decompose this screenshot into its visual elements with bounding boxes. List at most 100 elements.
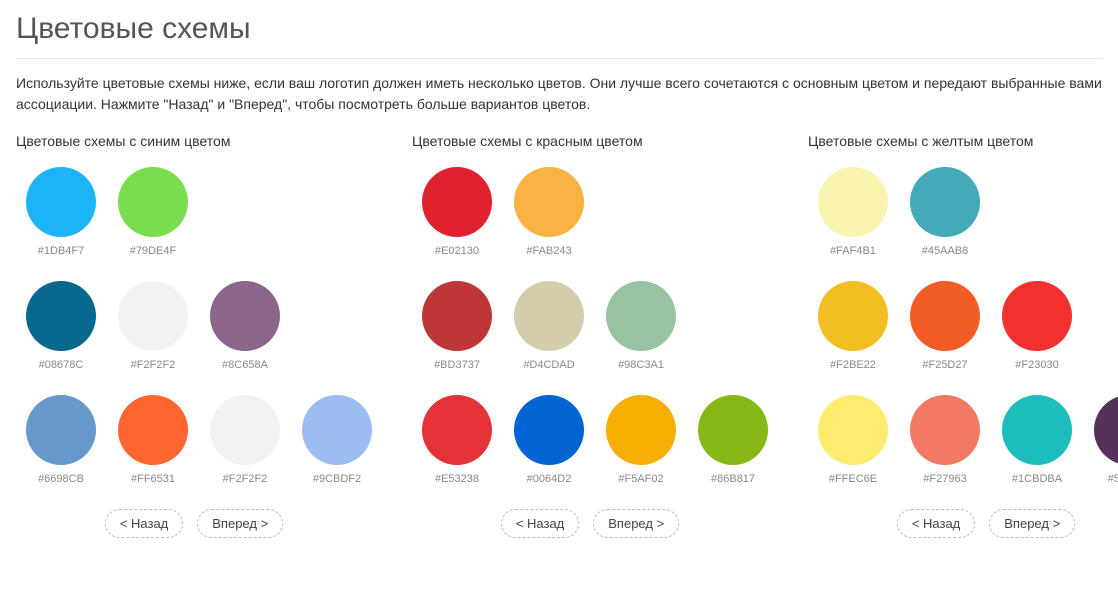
swatch-hex-label: #86B817 — [711, 473, 755, 485]
swatch-hex-label: #9CBDF2 — [313, 473, 361, 485]
swatch-circle — [26, 395, 96, 465]
scheme-row: #1DB4F7 #79DE4F — [16, 167, 372, 257]
swatch-circle — [422, 281, 492, 351]
color-swatch[interactable]: #E02130 — [422, 167, 492, 257]
nav-buttons: < Назад Вперед > — [808, 509, 1118, 538]
scheme-row: #08678C #F2F2F2 #8C658A — [16, 281, 372, 371]
color-swatch[interactable]: #D4CDAD — [514, 281, 584, 371]
color-swatch[interactable]: #F25D27 — [910, 281, 980, 371]
column-heading: Цветовые схемы с синим цветом — [16, 133, 372, 149]
swatch-hex-label: #F5AF02 — [618, 473, 663, 485]
swatch-hex-label: #BD3737 — [434, 359, 480, 371]
swatch-hex-label: #98C3A1 — [618, 359, 664, 371]
color-swatch[interactable]: #FFEC6E — [818, 395, 888, 485]
color-swatch[interactable]: #8C658A — [210, 281, 280, 371]
swatch-circle — [514, 281, 584, 351]
color-swatch[interactable]: #9CBDF2 — [302, 395, 372, 485]
swatch-hex-label: #FF6531 — [131, 473, 175, 485]
scheme-row: #FFEC6E #F27963 #1CBDBA #553359 — [808, 395, 1118, 485]
swatch-hex-label: #08678C — [39, 359, 84, 371]
color-swatch[interactable]: #FF6531 — [118, 395, 188, 485]
color-swatch[interactable]: #BD3737 — [422, 281, 492, 371]
scheme-row: #E53238 #0064D2 #F5AF02 #86B817 — [412, 395, 768, 485]
color-swatch[interactable]: #08678C — [26, 281, 96, 371]
color-swatch[interactable]: #F27963 — [910, 395, 980, 485]
back-button[interactable]: < Назад — [501, 509, 579, 538]
color-swatch[interactable]: #FAB243 — [514, 167, 584, 257]
color-swatch[interactable]: #553359 — [1094, 395, 1118, 485]
color-swatch[interactable]: #F2F2F2 — [210, 395, 280, 485]
color-swatch[interactable]: #98C3A1 — [606, 281, 676, 371]
swatch-circle — [422, 395, 492, 465]
intro-text: Используйте цветовые схемы ниже, если ва… — [16, 73, 1102, 115]
swatch-hex-label: #0064D2 — [527, 473, 572, 485]
swatch-circle — [422, 167, 492, 237]
swatch-hex-label: #6698CB — [38, 473, 84, 485]
swatch-hex-label: #45AAB8 — [922, 245, 968, 257]
swatch-circle — [910, 395, 980, 465]
page-title: Цветовые схемы — [16, 12, 1102, 46]
swatch-hex-label: #F2BE22 — [830, 359, 876, 371]
divider — [16, 58, 1102, 59]
color-swatch[interactable]: #45AAB8 — [910, 167, 980, 257]
swatch-hex-label: #F25D27 — [922, 359, 967, 371]
column-heading: Цветовые схемы с красным цветом — [412, 133, 768, 149]
swatch-circle — [118, 281, 188, 351]
back-button[interactable]: < Назад — [105, 509, 183, 538]
swatch-circle — [818, 395, 888, 465]
swatch-circle — [210, 395, 280, 465]
color-swatch[interactable]: #1DB4F7 — [26, 167, 96, 257]
columns-container: Цветовые схемы с синим цветом #1DB4F7 #79D… — [16, 133, 1102, 538]
swatch-hex-label: #E53238 — [435, 473, 479, 485]
swatch-circle — [910, 281, 980, 351]
swatch-hex-label: #79DE4F — [130, 245, 176, 257]
color-swatch[interactable]: #F2BE22 — [818, 281, 888, 371]
swatch-hex-label: #F23030 — [1015, 359, 1058, 371]
swatch-circle — [210, 281, 280, 351]
swatch-circle — [26, 167, 96, 237]
color-swatch[interactable]: #86B817 — [698, 395, 768, 485]
nav-buttons: < Назад Вперед > — [16, 509, 372, 538]
swatch-hex-label: #F2F2F2 — [131, 359, 176, 371]
swatch-circle — [1002, 395, 1072, 465]
swatch-hex-label: #F27963 — [923, 473, 966, 485]
swatch-circle — [118, 395, 188, 465]
color-swatch[interactable]: #0064D2 — [514, 395, 584, 485]
scheme-row: #BD3737 #D4CDAD #98C3A1 — [412, 281, 768, 371]
color-swatch[interactable]: #F5AF02 — [606, 395, 676, 485]
swatch-circle — [302, 395, 372, 465]
swatch-hex-label: #FAF4B1 — [830, 245, 876, 257]
swatch-circle — [118, 167, 188, 237]
color-swatch[interactable]: #1CBDBA — [1002, 395, 1072, 485]
swatch-hex-label: #1CBDBA — [1012, 473, 1062, 485]
swatch-circle — [818, 281, 888, 351]
scheme-row: #E02130 #FAB243 — [412, 167, 768, 257]
scheme-row: #6698CB #FF6531 #F2F2F2 #9CBDF2 — [16, 395, 372, 485]
scheme-row: #FAF4B1 #45AAB8 — [808, 167, 1118, 257]
scheme-row: #F2BE22 #F25D27 #F23030 — [808, 281, 1118, 371]
swatch-hex-label: #1DB4F7 — [38, 245, 84, 257]
color-swatch[interactable]: #79DE4F — [118, 167, 188, 257]
forward-button[interactable]: Вперед > — [989, 509, 1075, 538]
scheme-column: Цветовые схемы с желтым цветом #FAF4B1 #45… — [808, 133, 1118, 538]
color-swatch[interactable]: #F23030 — [1002, 281, 1072, 371]
color-swatch[interactable]: #F2F2F2 — [118, 281, 188, 371]
swatch-hex-label: #FFEC6E — [829, 473, 877, 485]
swatch-circle — [1094, 395, 1118, 465]
swatch-circle — [698, 395, 768, 465]
color-swatch[interactable]: #E53238 — [422, 395, 492, 485]
swatch-hex-label: #F2F2F2 — [223, 473, 268, 485]
swatch-hex-label: #D4CDAD — [523, 359, 574, 371]
swatch-hex-label: #FAB243 — [526, 245, 571, 257]
color-swatch[interactable]: #FAF4B1 — [818, 167, 888, 257]
forward-button[interactable]: Вперед > — [593, 509, 679, 538]
color-swatch[interactable]: #6698CB — [26, 395, 96, 485]
swatch-circle — [818, 167, 888, 237]
scheme-column: Цветовые схемы с синим цветом #1DB4F7 #79D… — [16, 133, 372, 538]
swatch-circle — [606, 395, 676, 465]
column-heading: Цветовые схемы с желтым цветом — [808, 133, 1118, 149]
back-button[interactable]: < Назад — [897, 509, 975, 538]
forward-button[interactable]: Вперед > — [197, 509, 283, 538]
scheme-column: Цветовые схемы с красным цветом #E02130 #F… — [412, 133, 768, 538]
swatch-circle — [606, 281, 676, 351]
